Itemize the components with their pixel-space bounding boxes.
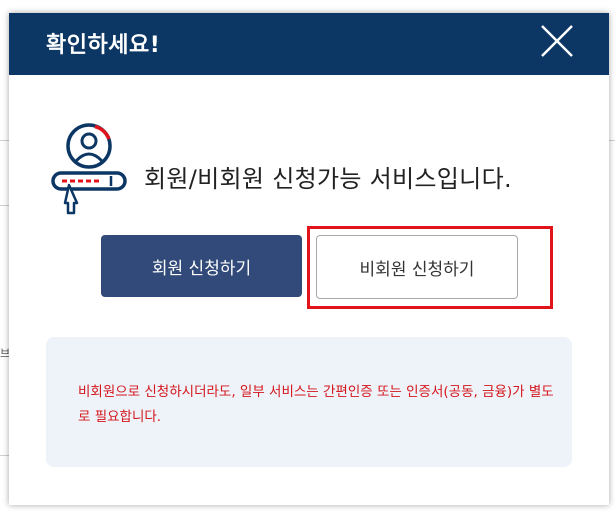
intro-section: 회원/비회원 신청가능 서비스입니다.	[49, 121, 589, 221]
notice-text: 비회원으로 신청하시더라도, 일부 서비스는 간편인증 또는 인증서(공동, 금…	[78, 384, 554, 425]
service-description: 회원/비회원 신청가능 서비스입니다.	[144, 165, 512, 193]
background-divider	[0, 455, 9, 456]
background-divider	[0, 140, 9, 141]
guest-apply-button[interactable]: 비회원 신청하기	[316, 235, 518, 299]
confirm-modal: 확인하세요! 회원/비회원 신청가능 서비스입니다. 회원 신청하기 비회원 신…	[9, 13, 609, 505]
member-apply-button[interactable]: 회원 신청하기	[101, 235, 302, 297]
close-icon	[541, 25, 573, 57]
modal-title: 확인하세요!	[46, 33, 161, 58]
user-login-icon	[51, 123, 127, 215]
close-button[interactable]	[539, 23, 575, 59]
background-divider	[0, 205, 9, 206]
notice-box: 비회원으로 신청하시더라도, 일부 서비스는 간편인증 또는 인증서(공동, 금…	[46, 337, 572, 467]
modal-header: 확인하세요!	[9, 13, 609, 75]
background-divider	[609, 140, 615, 141]
